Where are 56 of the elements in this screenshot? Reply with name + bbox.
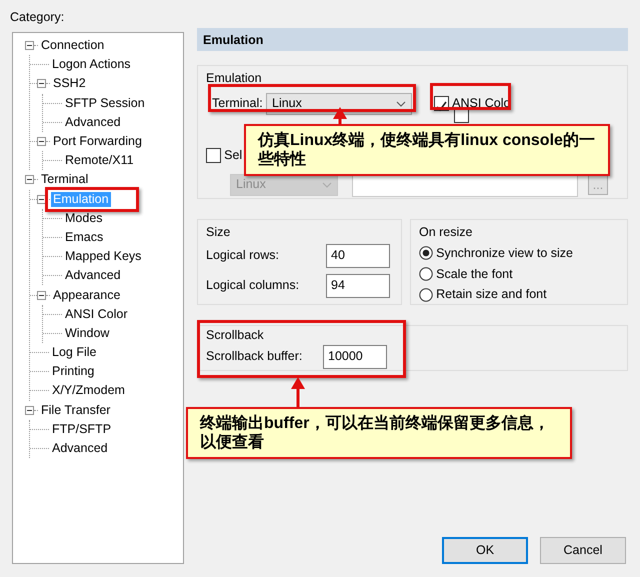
annotation-tooltip: 终端输出buffer，可以在当前终端保留更多信息，以便查看 (186, 407, 572, 459)
tree-item[interactable]: X/Y/Zmodem (50, 383, 127, 398)
field-label: Logical columns: (206, 277, 300, 294)
radio-button[interactable] (419, 246, 433, 260)
category-label: Category: (10, 9, 64, 26)
radio-label: Scale the font (436, 266, 513, 282)
tree-item[interactable]: Logon Actions (50, 57, 133, 72)
tree-item[interactable]: Remote/X11 (63, 153, 136, 168)
tree-item[interactable]: Advanced (63, 114, 123, 130)
checkbox-label: Sel (224, 146, 242, 164)
checkbox[interactable] (206, 148, 221, 163)
tree-item[interactable]: Mapped Keys (63, 249, 144, 264)
tree-item[interactable]: Terminal (39, 172, 90, 188)
tree-item[interactable]: SFTP Session (63, 96, 147, 111)
group-label: On resize (419, 224, 472, 241)
tree-item[interactable]: Printing (50, 364, 96, 380)
cancel-button[interactable]: Cancel (540, 537, 626, 564)
collapse-icon[interactable] (37, 79, 46, 88)
tree-item[interactable]: Log File (50, 345, 98, 360)
collapse-icon[interactable] (25, 175, 34, 184)
tree-item[interactable]: Appearance (51, 288, 122, 303)
field-label: Scrollback buffer: (206, 348, 304, 366)
annotation-arrow (290, 377, 306, 408)
collapse-icon[interactable] (25, 406, 34, 415)
group-label: Emulation (206, 70, 262, 87)
panel-title: Emulation (197, 28, 628, 51)
tree-item[interactable]: Advanced (50, 441, 110, 456)
field-label: Logical rows: (206, 247, 280, 264)
radio-button[interactable] (419, 266, 433, 281)
tree-item[interactable]: Advanced (63, 268, 123, 284)
tree-item[interactable]: Emacs (63, 230, 106, 245)
collapse-icon[interactable] (25, 41, 34, 50)
tree-item[interactable]: Window (63, 326, 112, 341)
tree-item[interactable]: Connection (39, 38, 106, 54)
radio-label: Retain size and font (436, 286, 547, 304)
group-label: Size (206, 224, 230, 241)
annotation-tooltip: 仿真Linux终端，使终端具有linux console的一些特性 (244, 124, 610, 176)
tree-item[interactable]: Port Forwarding (51, 134, 144, 150)
text-field[interactable]: 10000 (323, 344, 387, 369)
tree-item[interactable]: Modes (63, 210, 105, 226)
text-field[interactable]: 40 (326, 244, 390, 268)
group-label: Scrollback (206, 327, 264, 344)
tree-item[interactable]: SSH2 (51, 76, 88, 92)
tree-item[interactable]: FTP/SFTP (50, 422, 114, 437)
tree-item[interactable]: ANSI Color (63, 306, 130, 322)
chevron-down-icon[interactable] (396, 100, 406, 107)
collapse-icon[interactable] (37, 194, 46, 204)
field-label: Terminal: (212, 95, 264, 112)
text-field[interactable]: 94 (326, 274, 390, 298)
annotation-arrow (332, 107, 348, 125)
collapse-icon[interactable] (37, 137, 46, 146)
collapse-icon[interactable] (37, 290, 46, 300)
tree-item[interactable]: File Transfer (39, 402, 112, 418)
ok-button[interactable]: OK (442, 537, 528, 564)
radio-button[interactable] (419, 288, 433, 302)
radio-label: Synchronize view to size (436, 244, 573, 262)
